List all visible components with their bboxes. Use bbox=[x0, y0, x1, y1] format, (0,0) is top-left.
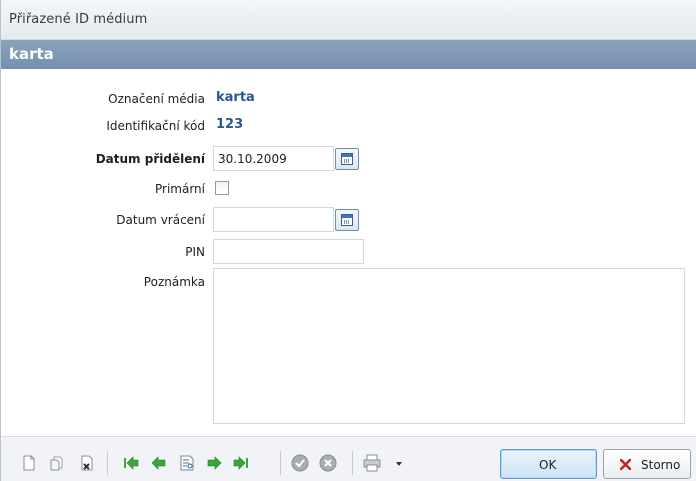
media-label-value: karta bbox=[216, 90, 255, 105]
primary-label: Primární bbox=[155, 182, 205, 196]
ok-button-label: OK bbox=[539, 458, 557, 472]
record-header: karta bbox=[1, 40, 696, 69]
calendar-icon bbox=[341, 214, 353, 226]
note-textarea[interactable] bbox=[213, 268, 685, 424]
next-record-icon[interactable] bbox=[206, 455, 222, 471]
assign-date-field[interactable]: 30.10.2009 bbox=[213, 146, 334, 171]
pin-field[interactable] bbox=[213, 239, 364, 264]
primary-checkbox[interactable] bbox=[215, 181, 229, 195]
toolbar-separator bbox=[107, 451, 108, 475]
pin-label: PIN bbox=[185, 245, 205, 259]
assign-date-picker-button[interactable] bbox=[335, 148, 359, 170]
copy-record-icon[interactable] bbox=[49, 455, 65, 471]
toolbar-separator bbox=[352, 451, 353, 475]
media-label-label: Označení média bbox=[108, 92, 205, 106]
ident-code-label: Identifikační kód bbox=[106, 119, 205, 133]
window-title: Přiřazené ID médium bbox=[9, 12, 148, 27]
calendar-icon bbox=[341, 153, 353, 165]
confirm-icon[interactable] bbox=[291, 454, 309, 472]
delete-record-icon[interactable] bbox=[79, 455, 95, 471]
first-record-icon[interactable] bbox=[123, 455, 139, 471]
chevron-down-icon[interactable] bbox=[395, 460, 403, 468]
title-bar: Přiřazené ID médium bbox=[1, 0, 696, 40]
dialog-window: Přiřazené ID médium karta Označení média… bbox=[0, 0, 696, 481]
previous-record-icon[interactable] bbox=[151, 455, 167, 471]
last-record-icon[interactable] bbox=[233, 455, 249, 471]
record-title: karta bbox=[9, 45, 54, 63]
return-date-label: Datum vrácení bbox=[116, 213, 205, 227]
return-date-field[interactable] bbox=[213, 207, 334, 232]
note-label: Poznámka bbox=[143, 275, 205, 289]
assign-date-label: Datum přidělení bbox=[95, 152, 205, 166]
cancel-edit-icon[interactable] bbox=[319, 454, 337, 472]
return-date-picker-button[interactable] bbox=[335, 209, 359, 231]
ident-code-value: 123 bbox=[216, 117, 244, 132]
new-record-icon[interactable] bbox=[21, 455, 37, 471]
print-icon[interactable] bbox=[363, 454, 381, 472]
close-icon bbox=[620, 459, 631, 470]
cancel-button[interactable]: Storno bbox=[603, 449, 691, 479]
ok-button[interactable]: OK bbox=[500, 449, 597, 479]
record-detail-icon[interactable] bbox=[179, 455, 195, 471]
cancel-button-label: Storno bbox=[641, 458, 681, 472]
toolbar-separator bbox=[280, 451, 281, 475]
